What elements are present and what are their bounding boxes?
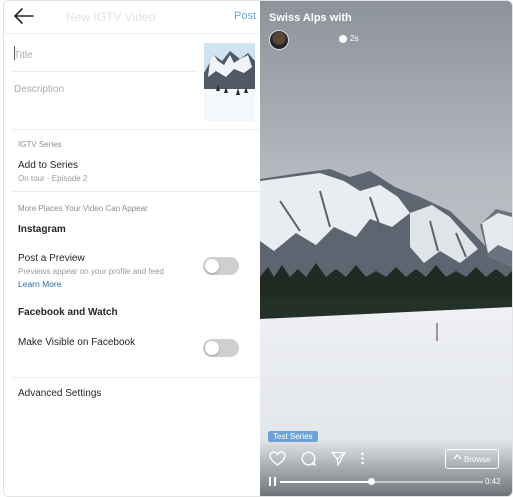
chevron-up-icon xyxy=(453,454,462,460)
preview-description: Previews appear on your profile and feed xyxy=(18,267,164,276)
divider xyxy=(12,377,260,378)
add-to-series-label: Add to Series xyxy=(18,160,79,171)
description-input[interactable] xyxy=(14,81,194,97)
video-duration: 0:42 xyxy=(485,477,501,486)
divider xyxy=(12,71,197,72)
more-places-label: More Places Your Video Can Appear xyxy=(18,204,148,213)
series-section-label: IGTV Series xyxy=(18,140,62,149)
video-frame xyxy=(260,1,512,496)
title-input[interactable] xyxy=(14,47,194,63)
upload-form-panel: New IGTV Video Post IGTV Series Add to S… xyxy=(4,1,260,496)
browse-button[interactable]: Browse xyxy=(445,449,499,469)
verified-badge-icon xyxy=(339,35,347,43)
learn-more-link[interactable]: Learn More xyxy=(18,279,61,289)
progress-fill xyxy=(280,481,372,483)
facebook-visible-toggle[interactable] xyxy=(203,339,239,357)
app-frame: New IGTV Video Post IGTV Series Add to S… xyxy=(3,0,513,497)
avatar[interactable] xyxy=(269,30,289,50)
heart-icon[interactable] xyxy=(269,451,286,466)
video-title: Swiss Alps with xyxy=(269,12,352,24)
browse-label: Browse xyxy=(464,455,491,464)
series-episode-text: On tour · Episode 2 xyxy=(18,174,88,183)
facebook-heading: Facebook and Watch xyxy=(18,307,118,318)
post-button[interactable]: Post xyxy=(234,10,256,22)
facebook-visible-label: Make Visible on Facebook xyxy=(18,337,136,348)
series-badge[interactable]: Test Series xyxy=(268,431,318,442)
pause-icon[interactable] xyxy=(269,477,277,486)
divider xyxy=(12,129,260,130)
post-preview-toggle[interactable] xyxy=(203,257,239,275)
send-icon[interactable] xyxy=(331,451,346,466)
top-bar: New IGTV Video Post xyxy=(4,1,260,34)
divider xyxy=(12,191,260,192)
post-preview-label: Post a Preview xyxy=(18,253,85,264)
page-title: New IGTV Video xyxy=(66,10,156,24)
video-thumbnail[interactable] xyxy=(204,43,255,121)
progress-bar[interactable] xyxy=(280,478,483,485)
back-arrow-icon[interactable] xyxy=(14,8,34,24)
advanced-settings-link[interactable]: Advanced Settings xyxy=(18,388,101,399)
more-vertical-icon[interactable] xyxy=(360,451,365,466)
comment-icon[interactable] xyxy=(301,451,316,466)
instagram-heading: Instagram xyxy=(18,224,66,235)
video-timestamp: 2s xyxy=(350,34,359,43)
video-preview[interactable]: Swiss Alps with 2s Test Series Browse 0:… xyxy=(260,1,512,496)
